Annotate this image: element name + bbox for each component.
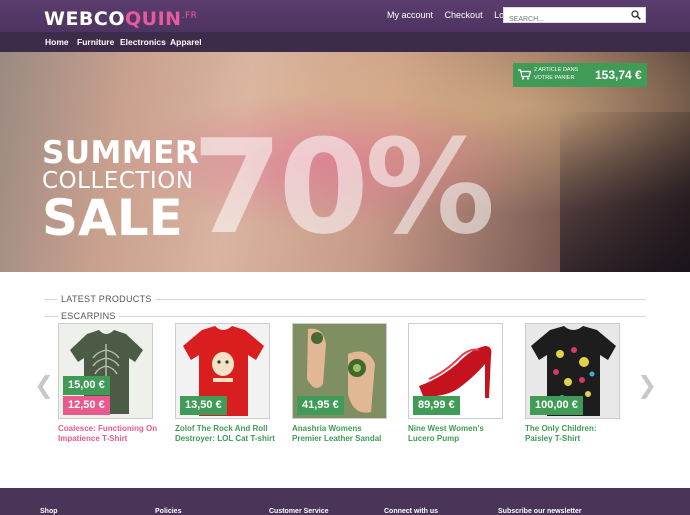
nav-item-home[interactable]: Home <box>45 37 69 47</box>
product-name-link[interactable]: Zolof The Rock And Roll Destroyer: LOL C… <box>175 424 275 443</box>
main-nav: Home Furniture Electronics Apparel <box>0 32 690 52</box>
footer-heading-connect: Connect with us <box>384 508 439 515</box>
hero-headline: SUMMER COLLECTION SALE <box>42 135 200 247</box>
hero-image-shadow <box>560 112 690 272</box>
product-name-link[interactable]: Coalesce: Functioning On Impatience T-Sh… <box>58 424 158 443</box>
site-logo[interactable]: WEBCOQUIN.FR <box>44 4 197 31</box>
logo-main: WEBCO <box>44 8 126 30</box>
checkout-link[interactable]: Checkout <box>445 10 483 20</box>
nav-item-apparel[interactable]: Apparel <box>170 37 202 47</box>
price-badge: 89,99 € <box>413 396 460 415</box>
footer-heading-shop: Shop <box>40 508 58 515</box>
cart-summary[interactable]: 2 ARTICLE DANS VOTRE PANIER 153,74 € <box>513 63 647 87</box>
category-heading: ESCARPINS <box>58 311 119 321</box>
search-input[interactable] <box>504 12 624 27</box>
carousel-prev-arrow[interactable]: ❮ <box>34 371 54 400</box>
search-box <box>503 7 646 27</box>
carousel-next-arrow[interactable]: ❯ <box>637 371 657 400</box>
logo-tld: .FR <box>181 11 198 21</box>
sale-price-badge: 12,50 € <box>63 396 110 415</box>
hero-line-summer: SUMMER <box>42 135 200 171</box>
site-footer: Shop Policies Customer Service Connect w… <box>0 488 690 515</box>
search-icon[interactable] <box>631 10 641 20</box>
cart-total: 153,74 € <box>595 68 642 82</box>
cart-count-line1: 2 ARTICLE DANS <box>534 67 579 73</box>
price-badge: 41,95 € <box>297 396 344 415</box>
cart-count-line2: VOTRE PANIER <box>534 74 575 81</box>
product-name-link[interactable]: Nine West Women's Lucero Pump <box>408 424 508 443</box>
footer-heading-customer-service: Customer Service <box>269 508 329 515</box>
footer-heading-policies: Policies <box>155 508 182 515</box>
price-badge: 13,50 € <box>180 396 227 415</box>
hero-banner[interactable]: SUMMER COLLECTION SALE 70% 2 ARTICLE DAN… <box>0 52 690 272</box>
price-badge: 100,00 € <box>530 396 583 415</box>
hero-discount-percent: 70% <box>192 111 495 263</box>
nav-item-electronics[interactable]: Electronics <box>120 37 166 47</box>
cart-icon <box>518 69 531 80</box>
divider <box>44 316 646 317</box>
price-badge: 15,00 € <box>63 376 110 395</box>
my-account-link[interactable]: My account <box>387 10 433 20</box>
product-name-link[interactable]: The Only Children: Paisley T-Shirt <box>525 424 625 443</box>
top-header: WEBCOQUIN.FR My account Checkout Log in <box>0 0 690 32</box>
latest-products-heading: LATEST PRODUCTS <box>58 294 155 304</box>
cart-count-text: 2 ARTICLE DANS VOTRE PANIER <box>534 67 578 82</box>
product-name-link[interactable]: Anashria Womens Premier Leather Sandal <box>292 424 392 443</box>
nav-item-furniture[interactable]: Furniture <box>77 37 114 47</box>
hero-line-sale: SALE <box>42 189 183 247</box>
footer-heading-newsletter: Subscribe our newsletter <box>498 508 582 515</box>
logo-accent: QUIN <box>125 8 182 30</box>
